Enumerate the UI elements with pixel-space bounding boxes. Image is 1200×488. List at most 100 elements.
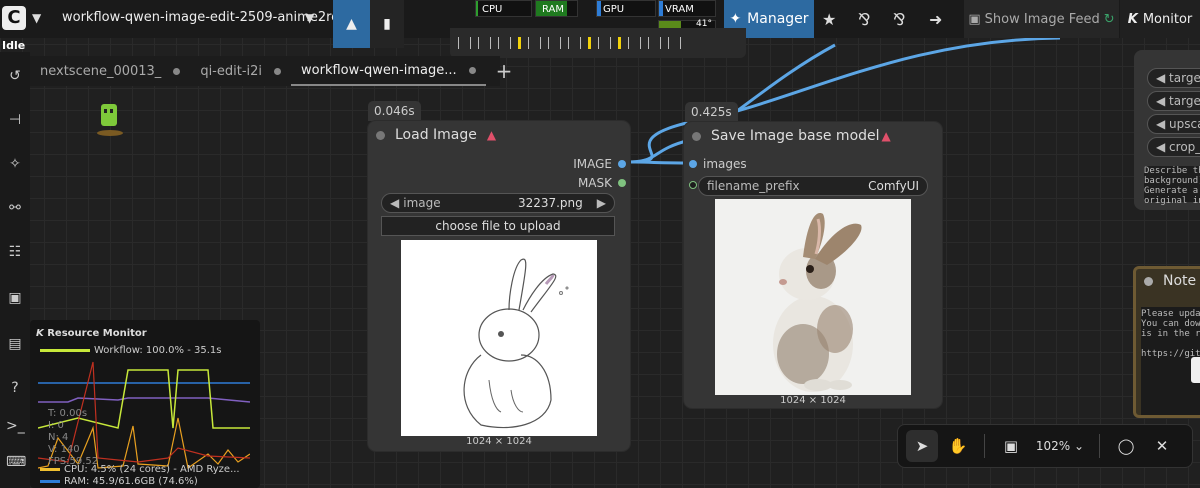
graph-overlay-stats: T: 0.00s I: 0 N: 4 V: 140 FPS:59.52 [48,408,98,468]
note-header[interactable]: Note [1136,269,1200,293]
model-library-icon[interactable]: ⚯ [6,200,24,218]
pan-hand-icon[interactable]: ✋ [942,430,974,462]
load-image-header[interactable]: Load Image ▲ [368,121,630,149]
align-right-icon[interactable] [498,37,511,49]
upscale-widget[interactable]: ◀ upscal [1147,114,1200,134]
workflow-chevron-down-icon[interactable]: ▼ [305,11,314,25]
save-image-node[interactable]: Save Image base model ▲ images filename_… [684,122,942,408]
distribute-v-icon[interactable] [628,37,641,49]
crop-widget[interactable]: ◀ crop_n [1147,137,1200,157]
save-image-title: Save Image base model [711,128,880,144]
node-library-icon[interactable]: ✧ [6,156,24,174]
ram-meter: RAM [535,0,578,17]
image-output-slot[interactable] [618,160,626,168]
bookmark-icon[interactable]: ▮ [370,0,404,48]
collapse-dot-icon[interactable] [692,131,701,141]
show-image-feed-button[interactable]: ▣ Show Image Feed ↻ [964,0,1119,38]
collapse-dot-icon[interactable] [376,130,385,140]
zoom-chevron-icon: ⌄ [1074,439,1085,453]
tab-label: workflow-qwen-image... [301,62,457,78]
mask-output-label: MASK [577,176,612,190]
align-top-icon[interactable] [528,37,541,49]
node-sweep-alt-icon[interactable]: ⅋ [893,10,905,29]
prefix-input-slot[interactable] [689,181,697,189]
comfy-logo-icon[interactable]: C [2,6,26,30]
filename-prefix-widget[interactable]: filename_prefix ComfyUI [698,176,928,196]
tab-workflow-qwen[interactable]: workflow-qwen-image... [291,56,486,86]
menu-chevron-down-icon[interactable]: ▼ [32,11,41,25]
images-icon[interactable]: ▣ [6,290,24,308]
images-input-slot[interactable] [689,160,697,168]
mask-output-slot[interactable] [618,179,626,187]
save-image-timer: 0.425s [685,102,738,122]
align-bottom-icon[interactable] [568,37,581,49]
queue-icon[interactable]: ▲ [333,0,370,48]
tab-nextscene[interactable]: nextscene_00013_ [30,56,190,86]
note-popup-icon[interactable] [1191,357,1200,383]
zoom-level[interactable]: 102% ⌄ [1031,439,1089,453]
bunny-photo-preview [715,199,911,395]
target-width-widget[interactable]: ◀ target_ [1147,68,1200,88]
terminal-icon[interactable]: >_ [6,418,25,436]
gpu-meter: GPU [596,0,656,17]
tab-qi-edit-i2i[interactable]: qi-edit-i2i [190,56,291,86]
gpu-meter-fill [597,1,601,16]
save-image-header[interactable]: Save Image base model ▲ [684,122,942,150]
align-divider-icon [518,37,521,49]
distribute-h-icon[interactable] [598,37,611,49]
monitor-k-icon: K [1127,11,1138,27]
crop-label: crop_n [1169,140,1200,154]
tab-unsaved-dot-icon [468,66,476,74]
workflow-legend-text: Workflow: 100.0% - 35.1s [94,345,222,356]
queue-icon[interactable]: ⊣ [6,112,24,130]
monitor-button[interactable]: K Monitor [1120,0,1200,38]
widget-left-arrow-icon: ◀ [1156,117,1170,131]
stretch-icon[interactable] [648,37,661,49]
align-center-icon[interactable] [478,37,491,49]
collapse-dot-icon[interactable] [1144,276,1153,286]
resource-monitor-title-text: Resource Monitor [47,328,147,339]
refresh-icon: ↻ [1103,11,1115,27]
vram-meter: VRAM [658,0,716,17]
workflows-icon[interactable]: ☷ [6,244,24,262]
choose-file-button[interactable]: choose file to upload [381,216,615,236]
image-select-widget[interactable]: ◀ image 32237.png ▶ [381,193,615,213]
share-arrow-icon[interactable]: ➜ [929,10,942,29]
align-divider-icon [618,37,621,49]
overlay-n: N: 4 [48,432,69,443]
prompt-text[interactable]: Describe the background). Generate a n o… [1144,166,1200,206]
history-icon[interactable]: ↺ [6,68,24,86]
templates-icon[interactable]: ▤ [6,336,24,354]
ram-legend: RAM: 45.9/61.6GB (74.6%) [40,476,198,487]
monitor-label: Monitor [1142,11,1193,27]
workflow-legend: Workflow: 100.0% - 35.1s [40,345,222,356]
align-left-icon[interactable] [458,37,471,49]
image-select-left-arrow-icon[interactable]: ◀ [390,196,399,210]
load-image-node[interactable]: Load Image ▲ IMAGE MASK ◀ image 32237.pn… [368,121,630,451]
tab-label: qi-edit-i2i [200,63,263,79]
note-title: Note [1163,273,1197,289]
align-middle-icon[interactable] [548,37,561,49]
hide-links-icon[interactable]: ✕ [1146,430,1178,462]
help-icon[interactable]: ? [6,380,24,398]
new-tab-plus-icon[interactable]: + [486,56,523,86]
cpu-meter-fill [476,1,479,16]
ram-meter-label: RAM [542,4,565,15]
text-encode-node[interactable]: ◀ target_ ◀ target_ ◀ upscal ◀ crop_n De… [1134,50,1200,210]
lightbulb-icon[interactable]: ◯ [1110,430,1142,462]
widget-left-arrow-icon: ◀ [1156,140,1170,154]
stretch-alt-icon[interactable] [668,37,681,49]
node-sweep-icon[interactable]: ⅋ [858,10,870,29]
note-node[interactable]: Note Please updat You can down is in the… [1133,266,1200,418]
select-pointer-icon[interactable]: ➤ [906,430,938,462]
comfyui-app: C ▼ workflow-qwen-image-edit-2509-anime2… [0,0,1200,488]
star-icon[interactable]: ★ [822,10,836,29]
bunny-sketch-preview [401,240,597,436]
cpu-legend-text: CPU: 4.5% (24 cores) - AMD Ryze... [64,464,240,475]
fit-view-icon[interactable]: ▣ [995,430,1027,462]
tab-unsaved-dot-icon [274,67,282,75]
keyboard-icon[interactable]: ⌨ [6,454,26,472]
image-select-right-arrow-icon[interactable]: ▶ [597,196,606,210]
target-height-widget[interactable]: ◀ target_ [1147,91,1200,111]
zoom-level-value: 102% [1035,439,1071,453]
